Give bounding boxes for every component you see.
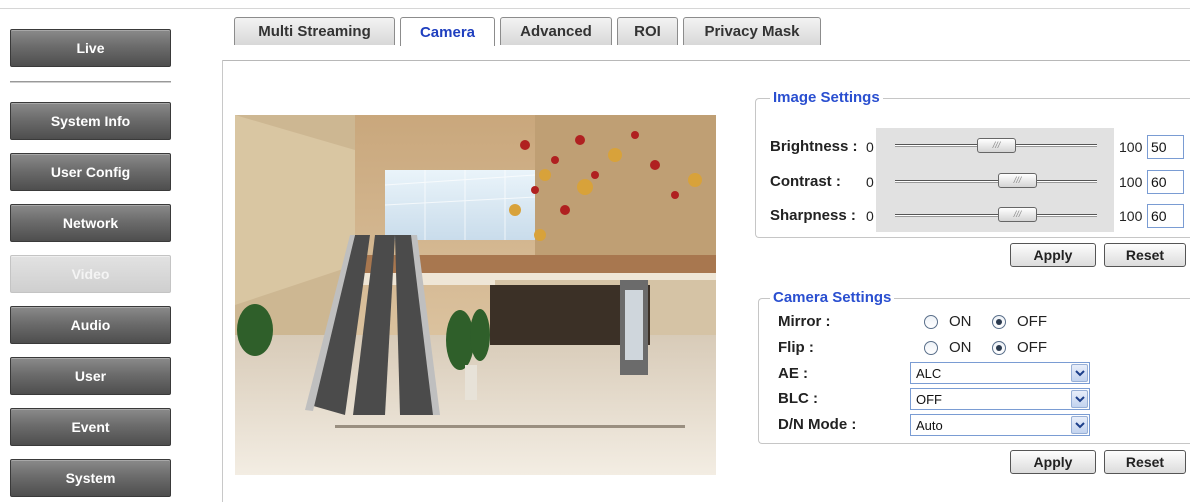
contrast-max: 100 [1119, 174, 1143, 190]
sharpness-min: 0 [866, 208, 874, 224]
sharpness-slider-track[interactable] [895, 214, 1097, 217]
tab-label: Advanced [520, 23, 592, 40]
contrast-input[interactable] [1147, 170, 1184, 194]
sidebar-item-label: Live [76, 40, 105, 56]
contrast-min: 0 [866, 174, 874, 190]
tab-privacy-mask[interactable]: Privacy Mask [683, 17, 821, 45]
tab-label: Camera [419, 23, 476, 41]
brightness-min: 0 [866, 139, 874, 155]
live-view-image [235, 115, 716, 475]
sharpness-max: 100 [1119, 208, 1143, 224]
blc-value: OFF [916, 392, 942, 407]
tab-label: Multi Streaming [258, 23, 371, 40]
flip-on-label: ON [949, 339, 972, 356]
dn-mode-value: Auto [916, 418, 943, 433]
mirror-off-label: OFF [1017, 313, 1047, 330]
ae-value: ALC [916, 366, 942, 381]
sidebar-item-system[interactable]: System [10, 459, 171, 497]
ae-label: AE : [778, 365, 808, 382]
camera-reset-button[interactable]: Reset [1104, 450, 1186, 474]
chevron-down-icon[interactable] [1071, 364, 1088, 382]
image-settings-legend: Image Settings [770, 89, 883, 106]
brightness-slider-thumb[interactable]: /// [977, 138, 1016, 153]
blc-select[interactable]: OFF [910, 388, 1090, 410]
image-apply-button[interactable]: Apply [1010, 243, 1096, 267]
sidebar-item-label: Video [71, 266, 110, 282]
contrast-label: Contrast : [770, 173, 841, 190]
sharpness-slider-thumb[interactable]: /// [998, 207, 1037, 222]
tab-advanced[interactable]: Advanced [500, 17, 612, 45]
sidebar-item-label: System Info [50, 113, 131, 129]
sidebar-item-live[interactable]: Live [10, 29, 171, 67]
sharpness-label: Sharpness : [770, 207, 856, 224]
flip-label: Flip : [778, 339, 814, 356]
mirror-on-label: ON [949, 313, 972, 330]
camera-apply-button[interactable]: Apply [1010, 450, 1096, 474]
tab-camera[interactable]: Camera [400, 17, 495, 46]
sharpness-input[interactable] [1147, 204, 1184, 228]
chevron-down-icon[interactable] [1071, 390, 1088, 408]
blc-label: BLC : [778, 390, 818, 407]
sidebar-item-label: Audio [70, 317, 111, 333]
sidebar-item-label: Network [62, 215, 119, 231]
brightness-max: 100 [1119, 139, 1143, 155]
flip-off-radio[interactable] [992, 341, 1006, 355]
sidebar-divider [10, 81, 171, 83]
content-divider [222, 60, 223, 502]
image-reset-button[interactable]: Reset [1104, 243, 1186, 267]
sidebar-item-user[interactable]: User [10, 357, 171, 395]
sidebar-item-user-config[interactable]: User Config [10, 153, 171, 191]
flip-on-radio[interactable] [924, 341, 938, 355]
ae-select[interactable]: ALC [910, 362, 1090, 384]
contrast-slider-track[interactable] [895, 180, 1097, 183]
mirror-off-radio[interactable] [992, 315, 1006, 329]
sidebar-item-video[interactable]: Video [10, 255, 171, 293]
content-border [222, 60, 1190, 61]
tab-label: Privacy Mask [704, 23, 800, 40]
contrast-slider-thumb[interactable]: /// [998, 173, 1037, 188]
flip-off-label: OFF [1017, 339, 1047, 356]
tab-roi[interactable]: ROI [617, 17, 678, 45]
sidebar-item-audio[interactable]: Audio [10, 306, 171, 344]
sidebar-item-label: User Config [50, 164, 131, 180]
brightness-label: Brightness : [770, 138, 858, 155]
dn-mode-select[interactable]: Auto [910, 414, 1090, 436]
sidebar-item-event[interactable]: Event [10, 408, 171, 446]
camera-preview [235, 115, 716, 475]
mirror-on-radio[interactable] [924, 315, 938, 329]
tab-multi-streaming[interactable]: Multi Streaming [234, 17, 395, 45]
top-border [0, 8, 1190, 9]
sidebar-item-label: System [65, 470, 116, 486]
sidebar-item-network[interactable]: Network [10, 204, 171, 242]
brightness-input[interactable] [1147, 135, 1184, 159]
chevron-down-icon[interactable] [1071, 416, 1088, 434]
sidebar-item-label: User [74, 368, 107, 384]
mirror-label: Mirror : [778, 313, 831, 330]
sidebar-item-system-info[interactable]: System Info [10, 102, 171, 140]
camera-settings-legend: Camera Settings [770, 289, 895, 306]
tab-label: ROI [634, 23, 661, 40]
sidebar-item-label: Event [71, 419, 110, 435]
dn-mode-label: D/N Mode : [778, 416, 857, 433]
